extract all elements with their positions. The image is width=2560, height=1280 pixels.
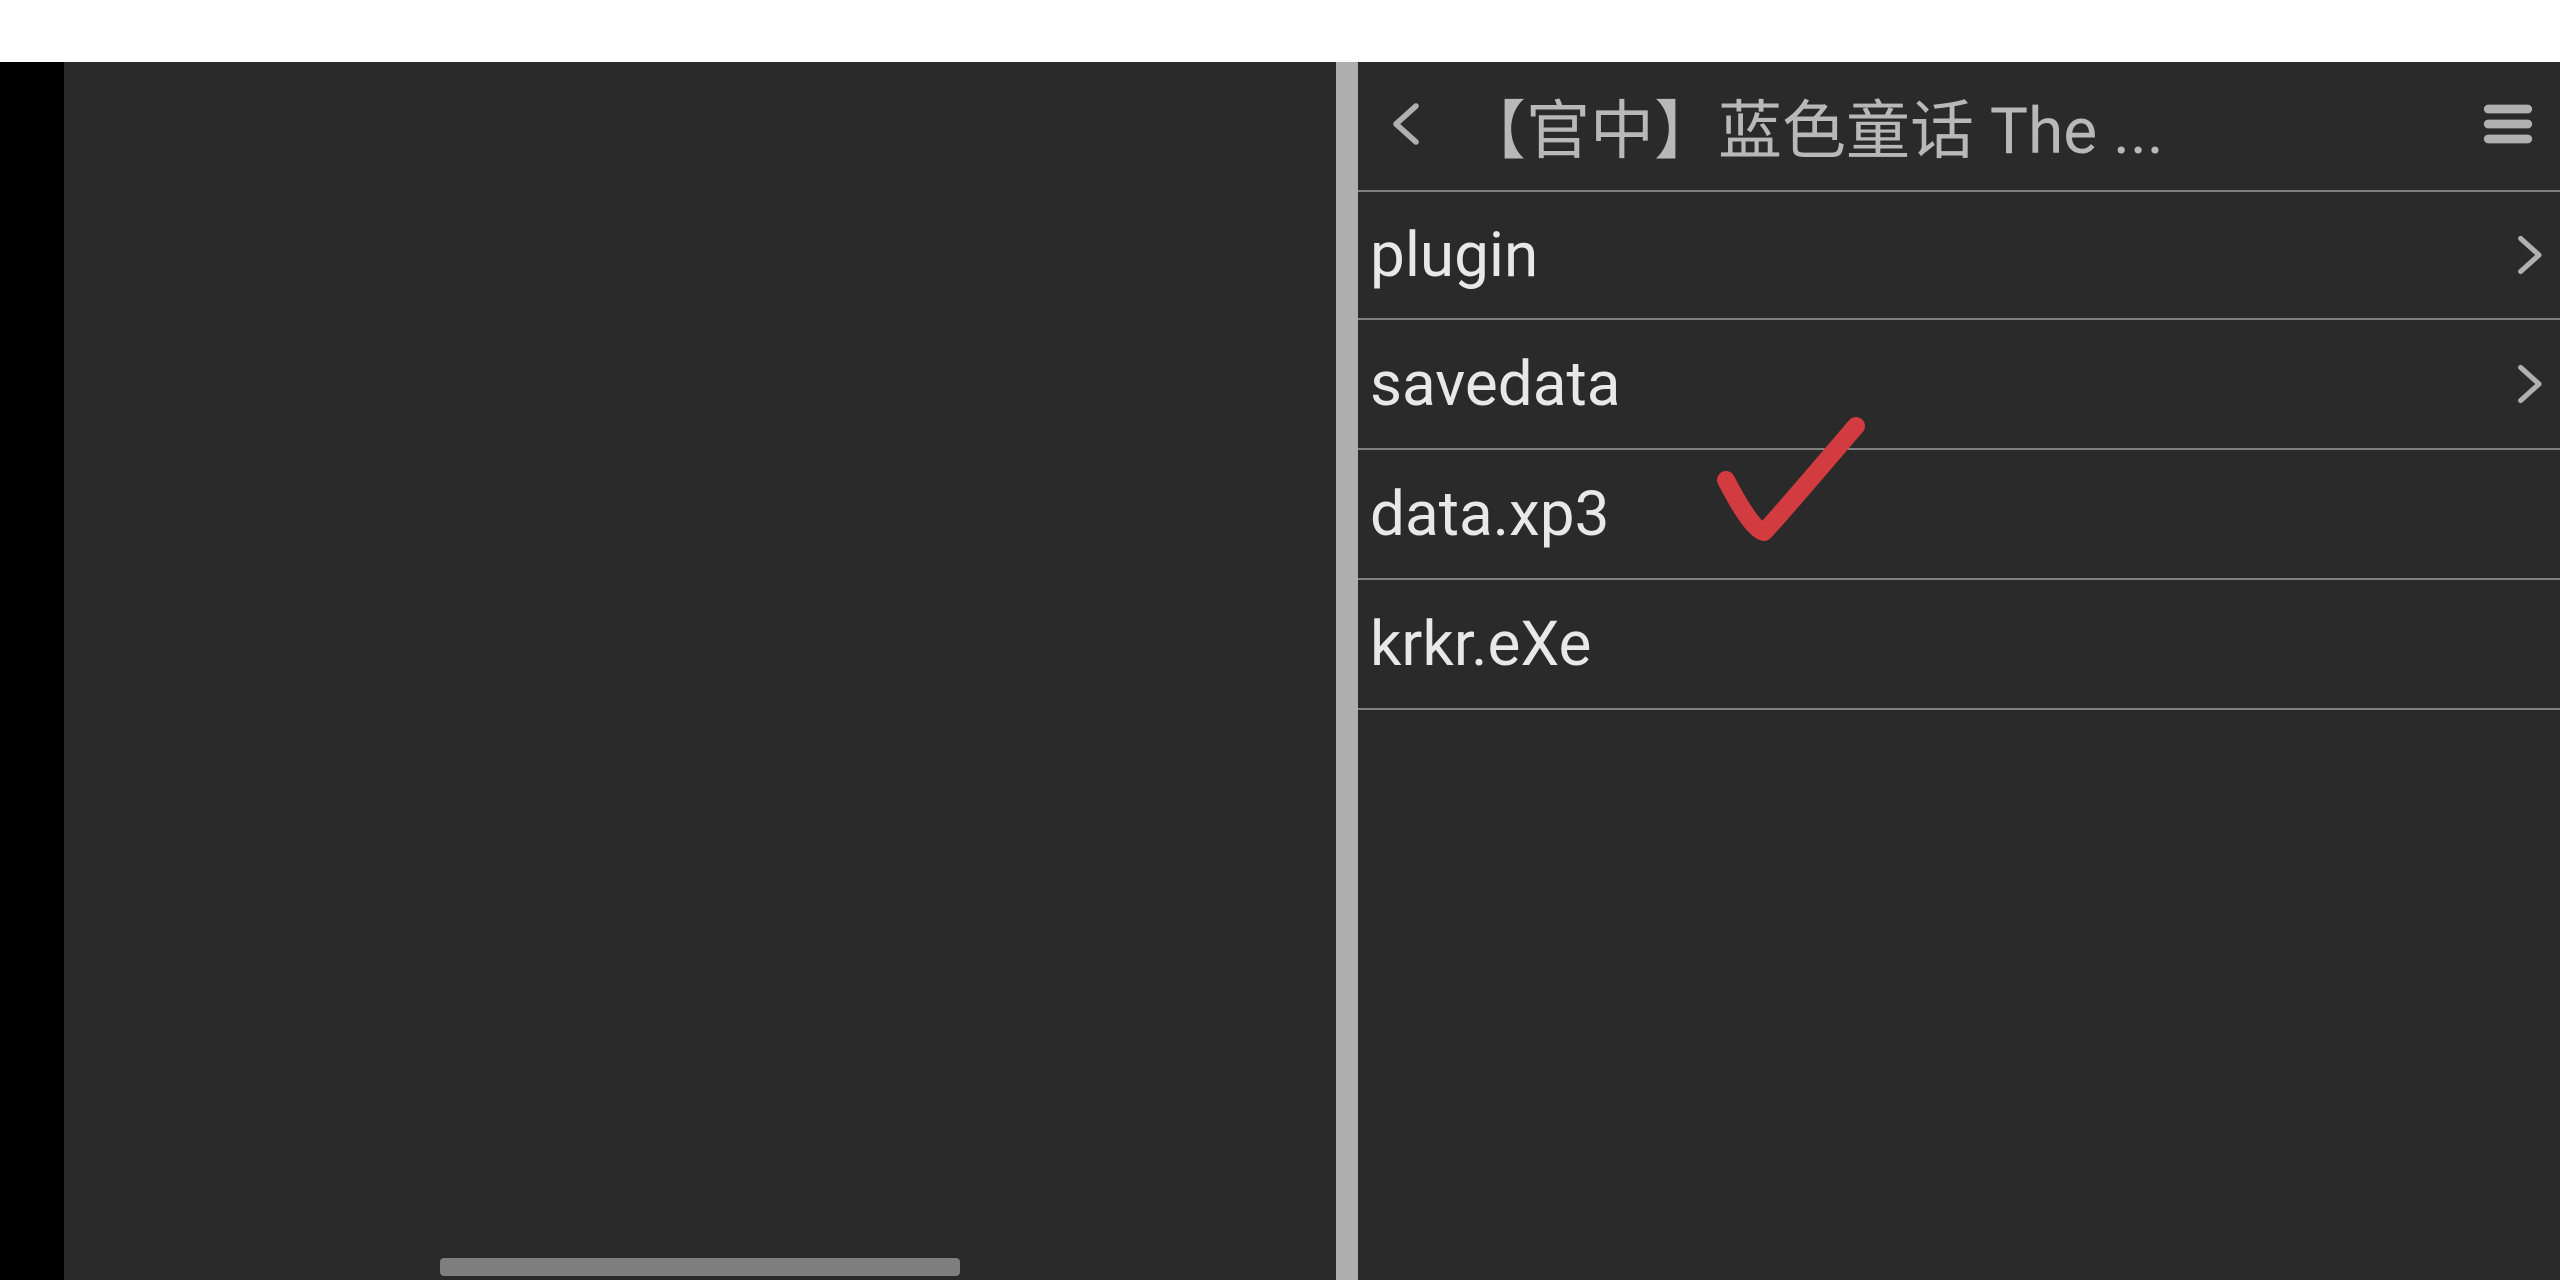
app-window: 【官中】蓝色童话 The ... plugin — [0, 0, 2560, 1280]
top-margin — [0, 0, 2560, 62]
folder-title: 【官中】蓝色童话 The ... — [1462, 80, 2456, 172]
file-label: krkr.eXe — [1370, 608, 1591, 681]
file-label: data.xp3 — [1370, 478, 1609, 551]
chevron-right-icon — [2504, 231, 2552, 279]
folder-label: savedata — [1370, 348, 1620, 421]
preview-panel — [64, 62, 1336, 1280]
horizontal-scrollbar[interactable] — [440, 1258, 960, 1276]
file-row-krkr-exe[interactable]: krkr.eXe — [1358, 580, 2560, 710]
file-row-data-xp3[interactable]: data.xp3 — [1358, 450, 2560, 580]
folder-row-savedata[interactable]: savedata — [1358, 320, 2560, 450]
file-browser-panel: 【官中】蓝色童话 The ... plugin — [1358, 62, 2560, 1280]
folder-row-plugin[interactable]: plugin — [1358, 190, 2560, 320]
titlebar: 【官中】蓝色童话 The ... — [1358, 62, 2560, 190]
left-letterbox — [0, 62, 64, 1280]
hamburger-icon — [2479, 95, 2537, 157]
chevron-right-icon — [2504, 360, 2552, 408]
file-list: plugin savedata data.xp3 — [1358, 190, 2560, 710]
app-body: 【官中】蓝色童话 The ... plugin — [0, 62, 2560, 1280]
back-button[interactable] — [1378, 62, 1438, 190]
folder-label: plugin — [1370, 219, 1538, 292]
menu-button[interactable] — [2480, 62, 2540, 190]
chevron-left-icon — [1384, 100, 1432, 152]
panel-splitter[interactable] — [1336, 62, 1358, 1280]
